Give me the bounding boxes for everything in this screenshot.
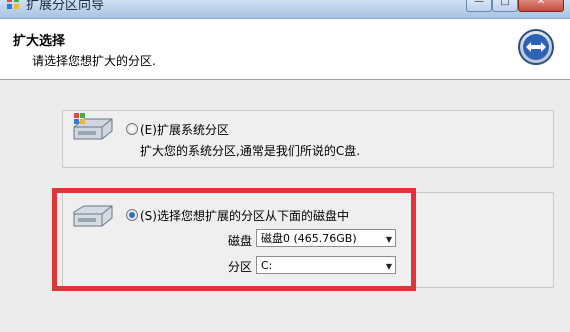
option-group-system — [62, 110, 554, 168]
expand-arrows-icon — [518, 29, 554, 65]
option-system-description: 扩大您的系统分区,通常是我们所说的C盘. — [140, 144, 361, 158]
maximize-button[interactable]: □ — [492, 0, 518, 12]
minimize-button[interactable]: — — [466, 0, 492, 12]
page-title: 扩大选择 — [13, 34, 66, 49]
option-system-label[interactable]: (E)扩展系统分区 — [140, 121, 229, 138]
annotation-highlight-box — [52, 188, 416, 291]
system-disk-icon — [73, 113, 113, 140]
app-icon — [7, 0, 19, 9]
title-bar: 扩展分区向导 — □ ✕ — [0, 0, 570, 19]
page-subtitle: 请选择您想扩大的分区. — [32, 54, 156, 68]
close-button[interactable]: ✕ — [518, 0, 564, 12]
wizard-body: (E)扩展系统分区 扩大您的系统分区,通常是我们所说的C盘. (S)选择您想扩展… — [0, 80, 570, 332]
option-system-radio[interactable] — [126, 123, 138, 135]
wizard-header: 扩大选择 请选择您想扩大的分区. — [0, 19, 570, 80]
window-title: 扩展分区向导 — [26, 0, 105, 13]
